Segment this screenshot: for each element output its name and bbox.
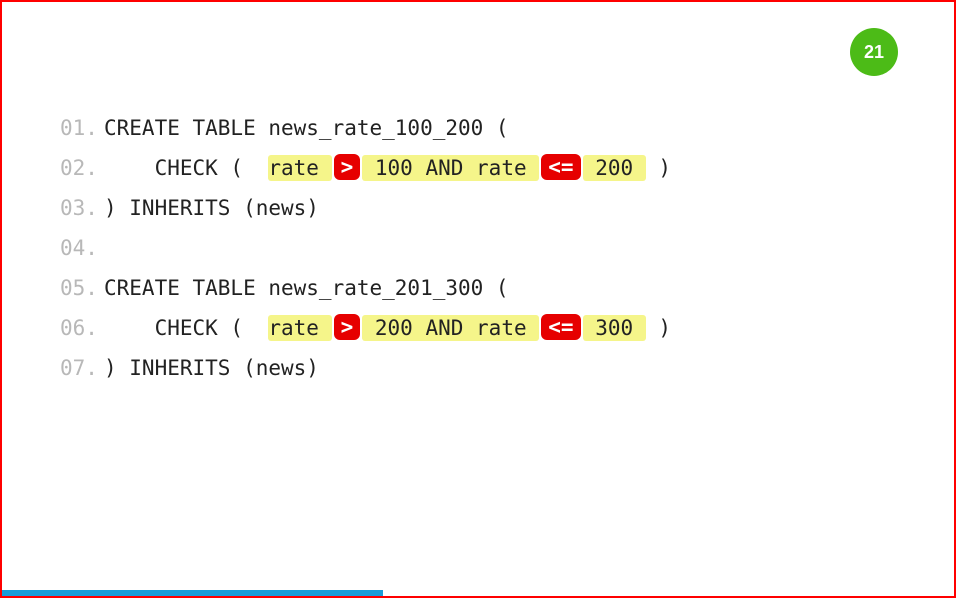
code-text: CHECK (	[104, 156, 268, 180]
code-line: 02 CHECK ( rate > 100 AND rate <= 200 )	[60, 148, 896, 188]
line-number: 05	[60, 268, 104, 308]
code-operator-badge: >	[334, 314, 361, 340]
code-highlight: 200 AND rate	[362, 315, 539, 341]
code-content: ) INHERITS (news)	[104, 188, 319, 228]
code-line: 03) INHERITS (news)	[60, 188, 896, 228]
code-highlight: 200	[583, 155, 646, 181]
code-operator-badge: <=	[541, 314, 580, 340]
line-number: 04	[60, 228, 104, 268]
code-content: ) INHERITS (news)	[104, 348, 319, 388]
code-line: 01CREATE TABLE news_rate_100_200 (	[60, 108, 896, 148]
code-content: CREATE TABLE news_rate_201_300 (	[104, 268, 509, 308]
code-text: )	[646, 316, 671, 340]
code-content: CHECK ( rate > 200 AND rate <= 300 )	[104, 308, 671, 348]
code-operator-badge: >	[334, 154, 361, 180]
line-number: 03	[60, 188, 104, 228]
progress-fill	[2, 590, 383, 596]
code-text: CHECK (	[104, 316, 268, 340]
code-operator-badge: <=	[541, 154, 580, 180]
code-block: 01CREATE TABLE news_rate_100_200 (02 CHE…	[60, 108, 896, 388]
code-line: 06 CHECK ( rate > 200 AND rate <= 300 )	[60, 308, 896, 348]
slide: 21 01CREATE TABLE news_rate_100_200 (02 …	[0, 0, 956, 598]
code-text: CREATE TABLE news_rate_100_200 (	[104, 116, 509, 140]
code-content: CREATE TABLE news_rate_100_200 (	[104, 108, 509, 148]
line-number: 02	[60, 148, 104, 188]
code-text: ) INHERITS (news)	[104, 356, 319, 380]
page-number: 21	[864, 42, 884, 63]
code-line: 05CREATE TABLE news_rate_201_300 (	[60, 268, 896, 308]
progress-track	[2, 590, 954, 596]
code-highlight: 300	[583, 315, 646, 341]
code-highlight: 100 AND rate	[362, 155, 539, 181]
code-highlight: rate	[268, 315, 331, 341]
code-text: CREATE TABLE news_rate_201_300 (	[104, 276, 509, 300]
page-number-badge: 21	[850, 28, 898, 76]
code-text: ) INHERITS (news)	[104, 196, 319, 220]
line-number: 01	[60, 108, 104, 148]
code-text: )	[646, 156, 671, 180]
code-highlight: rate	[268, 155, 331, 181]
code-content: CHECK ( rate > 100 AND rate <= 200 )	[104, 148, 671, 188]
code-line: 04	[60, 228, 896, 268]
line-number: 07	[60, 348, 104, 388]
code-line: 07) INHERITS (news)	[60, 348, 896, 388]
line-number: 06	[60, 308, 104, 348]
